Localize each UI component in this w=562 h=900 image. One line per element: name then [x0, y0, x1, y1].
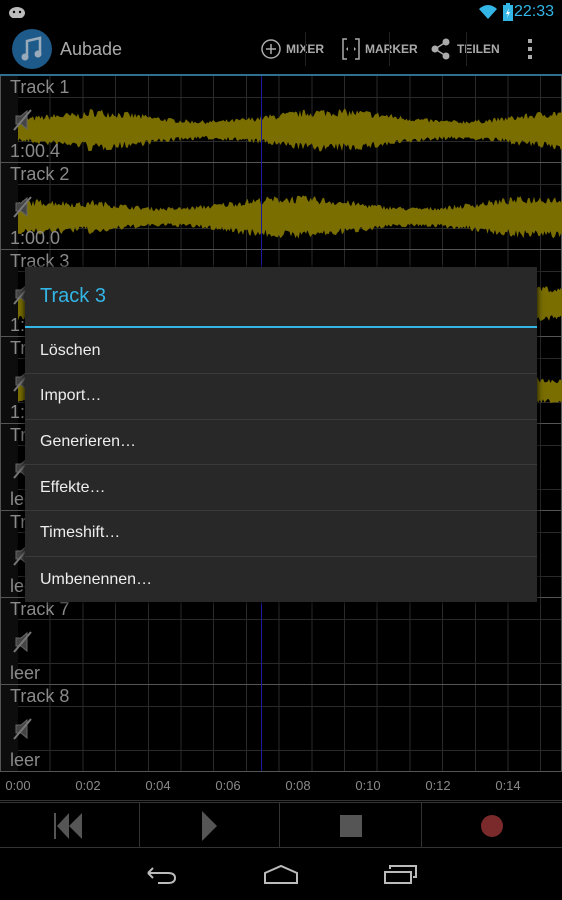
marker-button[interactable]: MARKER — [342, 24, 418, 74]
track-duration: 1:00.4 — [10, 141, 61, 161]
waveform — [18, 195, 562, 239]
time-tick: 0:02 — [75, 778, 101, 793]
waveform — [18, 108, 562, 152]
record-button[interactable] — [422, 803, 562, 848]
home-icon[interactable] — [264, 864, 298, 884]
time-tick: 0:12 — [425, 778, 451, 793]
mixer-button[interactable]: MIXER — [261, 24, 324, 74]
track-name: Track 2 — [10, 164, 70, 184]
back-icon[interactable] — [144, 865, 178, 885]
track-7[interactable]: Track 7 leer — [0, 598, 562, 685]
track-name: Track 8 — [10, 686, 70, 706]
rewind-icon — [53, 812, 82, 839]
recent-apps-icon[interactable] — [384, 863, 418, 885]
status-bar: 22:33 — [0, 0, 562, 24]
menu-item[interactable]: Import… — [25, 374, 537, 420]
track-duration: leer — [10, 663, 41, 683]
divider — [466, 32, 467, 66]
add-circle-icon — [261, 39, 281, 59]
marker-icon — [342, 38, 360, 60]
track-2[interactable]: Track 2 1:00.0 — [0, 163, 562, 250]
share-button[interactable]: TEILEN — [430, 24, 500, 74]
stop-button[interactable] — [280, 803, 422, 848]
track-context-menu: Track 3 Löschen Import… Generieren… Effekte… — [25, 267, 537, 602]
menu-item-label: Umbenennen… — [40, 570, 153, 588]
speaker-muted-icon[interactable] — [13, 108, 33, 132]
menu-item-label: Import… — [40, 387, 102, 405]
menu-item[interactable]: Effekte… — [25, 465, 537, 512]
track-duration: 1:00.0 — [10, 228, 61, 248]
share-label: TEILEN — [457, 42, 500, 56]
time-tick: 0:14 — [495, 778, 521, 793]
record-icon — [481, 814, 503, 837]
menu-item-label: Generieren… — [40, 432, 137, 450]
action-bar: Aubade MIXER MARKER TEILEN — [0, 24, 562, 74]
rewind-button[interactable] — [0, 803, 140, 848]
track-duration: leer — [10, 750, 41, 770]
menu-item[interactable]: Löschen — [25, 328, 537, 374]
wifi-icon — [479, 5, 497, 19]
share-icon — [431, 38, 450, 60]
navigation-bar — [0, 848, 562, 900]
play-icon — [201, 810, 217, 841]
time-tick: 0:08 — [285, 778, 311, 793]
app-title: Aubade — [60, 39, 123, 59]
divider — [389, 32, 390, 66]
time-tick: 0:00 — [5, 778, 31, 793]
play-button[interactable] — [140, 803, 280, 848]
overflow-menu-icon[interactable] — [528, 39, 534, 59]
speaker-muted-icon[interactable] — [13, 630, 33, 654]
menu-item[interactable]: Umbenennen… — [25, 557, 537, 603]
menu-item-label: Effekte… — [40, 478, 106, 496]
track-duration: 1: — [10, 315, 26, 335]
dialog-title: Track 3 — [40, 285, 106, 307]
menu-item-label: Timeshift… — [40, 524, 121, 542]
stop-icon — [339, 814, 362, 837]
speaker-muted-icon[interactable] — [13, 717, 33, 741]
music-note-icon[interactable] — [12, 29, 52, 69]
track-8[interactable]: Track 8 leer — [0, 685, 562, 772]
time-tick: 0:10 — [355, 778, 381, 793]
time-axis: 0:00 0:02 0:04 0:06 0:08 0:10 0:12 0:14 — [0, 771, 562, 801]
speaker-muted-icon[interactable] — [13, 195, 33, 219]
time-tick: 0:04 — [145, 778, 171, 793]
transport-bar — [0, 802, 562, 848]
track-1[interactable]: Track 1 1:00.4 — [0, 76, 562, 163]
track-name: Track 1 — [10, 77, 70, 97]
battery-icon — [503, 3, 513, 21]
menu-item[interactable]: Timeshift… — [25, 511, 537, 557]
android-icon — [9, 7, 25, 18]
divider — [305, 32, 306, 66]
menu-item-label: Löschen — [40, 341, 101, 359]
menu-item[interactable]: Generieren… — [25, 419, 537, 466]
time-tick: 0:06 — [215, 778, 241, 793]
clock: 22:33 — [513, 3, 554, 20]
marker-label: MARKER — [365, 42, 418, 56]
track-duration: 1: — [10, 402, 26, 422]
